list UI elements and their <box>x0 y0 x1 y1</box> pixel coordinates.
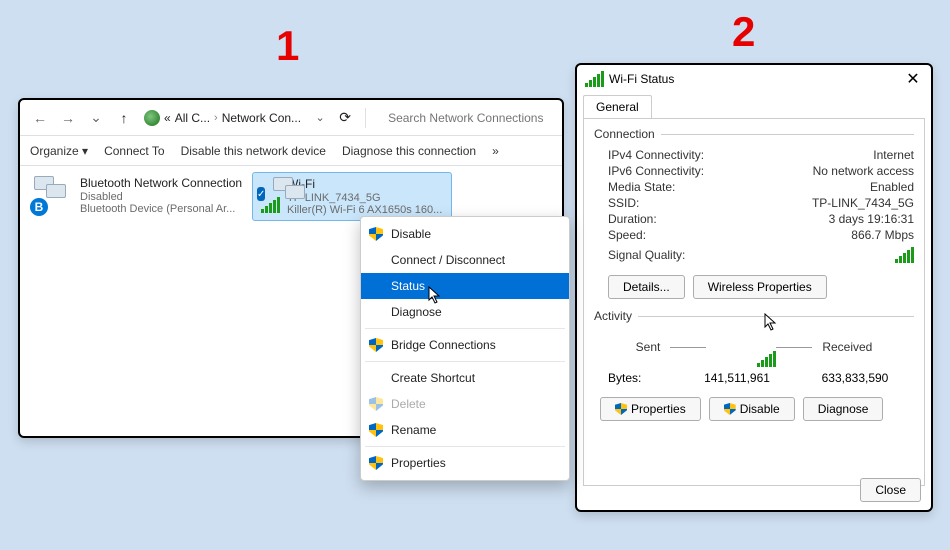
network-connections-window: ← → ⌄ ↑ « All C... › Network Con... ⌄ ⟳ … <box>18 98 564 438</box>
connect-to-button[interactable]: Connect To <box>104 144 165 158</box>
row-ipv6: IPv6 Connectivity:No network access <box>594 163 914 179</box>
shield-icon <box>369 397 383 411</box>
shield-icon <box>369 227 383 241</box>
bytes-row: Bytes: 141,511,961 633,833,590 <box>594 369 914 387</box>
disable-device-button[interactable]: Disable this network device <box>181 144 326 158</box>
menu-properties[interactable]: Properties <box>361 450 569 476</box>
cursor-icon <box>764 313 778 331</box>
signal-bars-icon <box>585 71 604 87</box>
connection-wifi[interactable]: ✓ Wi-Fi TP-LINK_7434_5G Killer(R) Wi-Fi … <box>252 172 452 221</box>
row-ssid: SSID:TP-LINK_7434_5G <box>594 195 914 211</box>
menu-connect-disconnect[interactable]: Connect / Disconnect <box>361 247 569 273</box>
divider <box>776 347 812 348</box>
recent-button[interactable]: ⌄ <box>84 106 108 130</box>
up-button[interactable]: ↑ <box>112 106 136 130</box>
bytes-label: Bytes: <box>608 371 678 385</box>
breadcrumb-prefix: « <box>164 111 171 125</box>
cursor-icon <box>428 286 442 304</box>
tab-strip: General <box>583 95 925 118</box>
wifi-status-dialog: Wi-Fi Status ✕ General Connection IPv4 C… <box>575 63 933 512</box>
annotation-one: 1 <box>276 22 299 70</box>
bytes-received-value: 633,833,590 <box>796 371 914 385</box>
menu-diagnose[interactable]: Diagnose <box>361 299 569 325</box>
row-speed: Speed:866.7 Mbps <box>594 227 914 243</box>
connection-device: Killer(R) Wi-Fi 6 AX1650s 160... <box>287 204 447 216</box>
menu-create-shortcut[interactable]: Create Shortcut <box>361 365 569 391</box>
signal-bars-icon <box>757 351 776 367</box>
earth-icon <box>144 110 160 126</box>
address-bar: ← → ⌄ ↑ « All C... › Network Con... ⌄ ⟳ <box>20 100 562 136</box>
diagnose-connection-button[interactable]: Diagnose this connection <box>342 144 476 158</box>
shield-icon <box>369 456 383 470</box>
row-signal-quality: Signal Quality: <box>594 243 914 269</box>
signal-bars-icon <box>895 247 914 263</box>
shield-icon <box>369 338 383 352</box>
dialog-title: Wi-Fi Status <box>609 72 674 86</box>
connection-bluetooth[interactable]: B Bluetooth Network Connection Disabled … <box>30 172 250 219</box>
group-activity: Activity <box>594 309 914 323</box>
signal-bars-icon <box>261 197 280 213</box>
organize-menu[interactable]: Organize ▾ <box>30 144 88 158</box>
connection-title: Wi-Fi <box>287 177 447 191</box>
details-button[interactable]: Details... <box>608 275 685 299</box>
bytes-sent-value: 141,511,961 <box>678 371 796 385</box>
activity-icon <box>716 329 766 365</box>
shield-icon <box>615 403 627 415</box>
menu-separator <box>365 361 565 362</box>
toolbar-overflow[interactable]: » <box>492 144 499 158</box>
forward-button[interactable]: → <box>56 106 80 130</box>
menu-bridge[interactable]: Bridge Connections <box>361 332 569 358</box>
connection-title: Bluetooth Network Connection <box>80 176 242 190</box>
row-media-state: Media State:Enabled <box>594 179 914 195</box>
menu-separator <box>365 328 565 329</box>
connections-area: B Bluetooth Network Connection Disabled … <box>20 166 562 436</box>
menu-disable[interactable]: Disable <box>361 221 569 247</box>
general-pane: Connection IPv4 Connectivity:Internet IP… <box>583 118 925 486</box>
refresh-button[interactable]: ⟳ <box>333 106 357 130</box>
close-button-footer[interactable]: Close <box>860 478 921 502</box>
chevron-right-icon: › <box>214 112 218 124</box>
wifi-adapter-icon <box>273 177 281 213</box>
connection-device: Bluetooth Device (Personal Ar... <box>80 203 240 215</box>
connection-ssid: TP-LINK_7434_5G <box>287 192 447 204</box>
row-duration: Duration:3 days 19:16:31 <box>594 211 914 227</box>
sent-label: Sent <box>636 340 661 354</box>
tab-general[interactable]: General <box>583 95 652 118</box>
menu-rename[interactable]: Rename <box>361 417 569 443</box>
breadcrumb-seg2[interactable]: Network Con... <box>222 111 301 125</box>
disable-button[interactable]: Disable <box>709 397 795 421</box>
divider <box>365 108 366 128</box>
shield-icon <box>724 403 736 415</box>
activity-diagram: Sent Received <box>594 329 914 365</box>
properties-button[interactable]: Properties <box>600 397 701 421</box>
bluetooth-adapter-icon: B <box>34 176 74 212</box>
received-label: Received <box>822 340 872 354</box>
menu-status[interactable]: Status <box>361 273 569 299</box>
toolbar: Organize ▾ Connect To Disable this netwo… <box>20 136 562 166</box>
group-connection: Connection <box>594 127 914 141</box>
shield-icon <box>369 423 383 437</box>
wireless-properties-button[interactable]: Wireless Properties <box>693 275 827 299</box>
menu-delete: Delete <box>361 391 569 417</box>
divider <box>670 347 706 348</box>
breadcrumb[interactable]: « All C... › Network Con... <box>144 110 301 126</box>
row-ipv4: IPv4 Connectivity:Internet <box>594 147 914 163</box>
bluetooth-icon: B <box>30 198 48 216</box>
address-dropdown[interactable]: ⌄ <box>311 111 329 124</box>
close-button[interactable]: ✕ <box>903 69 923 89</box>
context-menu: Disable Connect / Disconnect Status Diag… <box>360 216 570 481</box>
back-button[interactable]: ← <box>28 106 52 130</box>
titlebar: Wi-Fi Status ✕ <box>577 65 931 93</box>
signal-quality-label: Signal Quality: <box>608 248 685 262</box>
annotation-two: 2 <box>732 8 755 56</box>
diagnose-button[interactable]: Diagnose <box>803 397 884 421</box>
breadcrumb-seg1[interactable]: All C... <box>175 111 210 125</box>
search-input[interactable] <box>382 106 554 130</box>
menu-separator <box>365 446 565 447</box>
connection-status: Disabled <box>80 191 240 203</box>
